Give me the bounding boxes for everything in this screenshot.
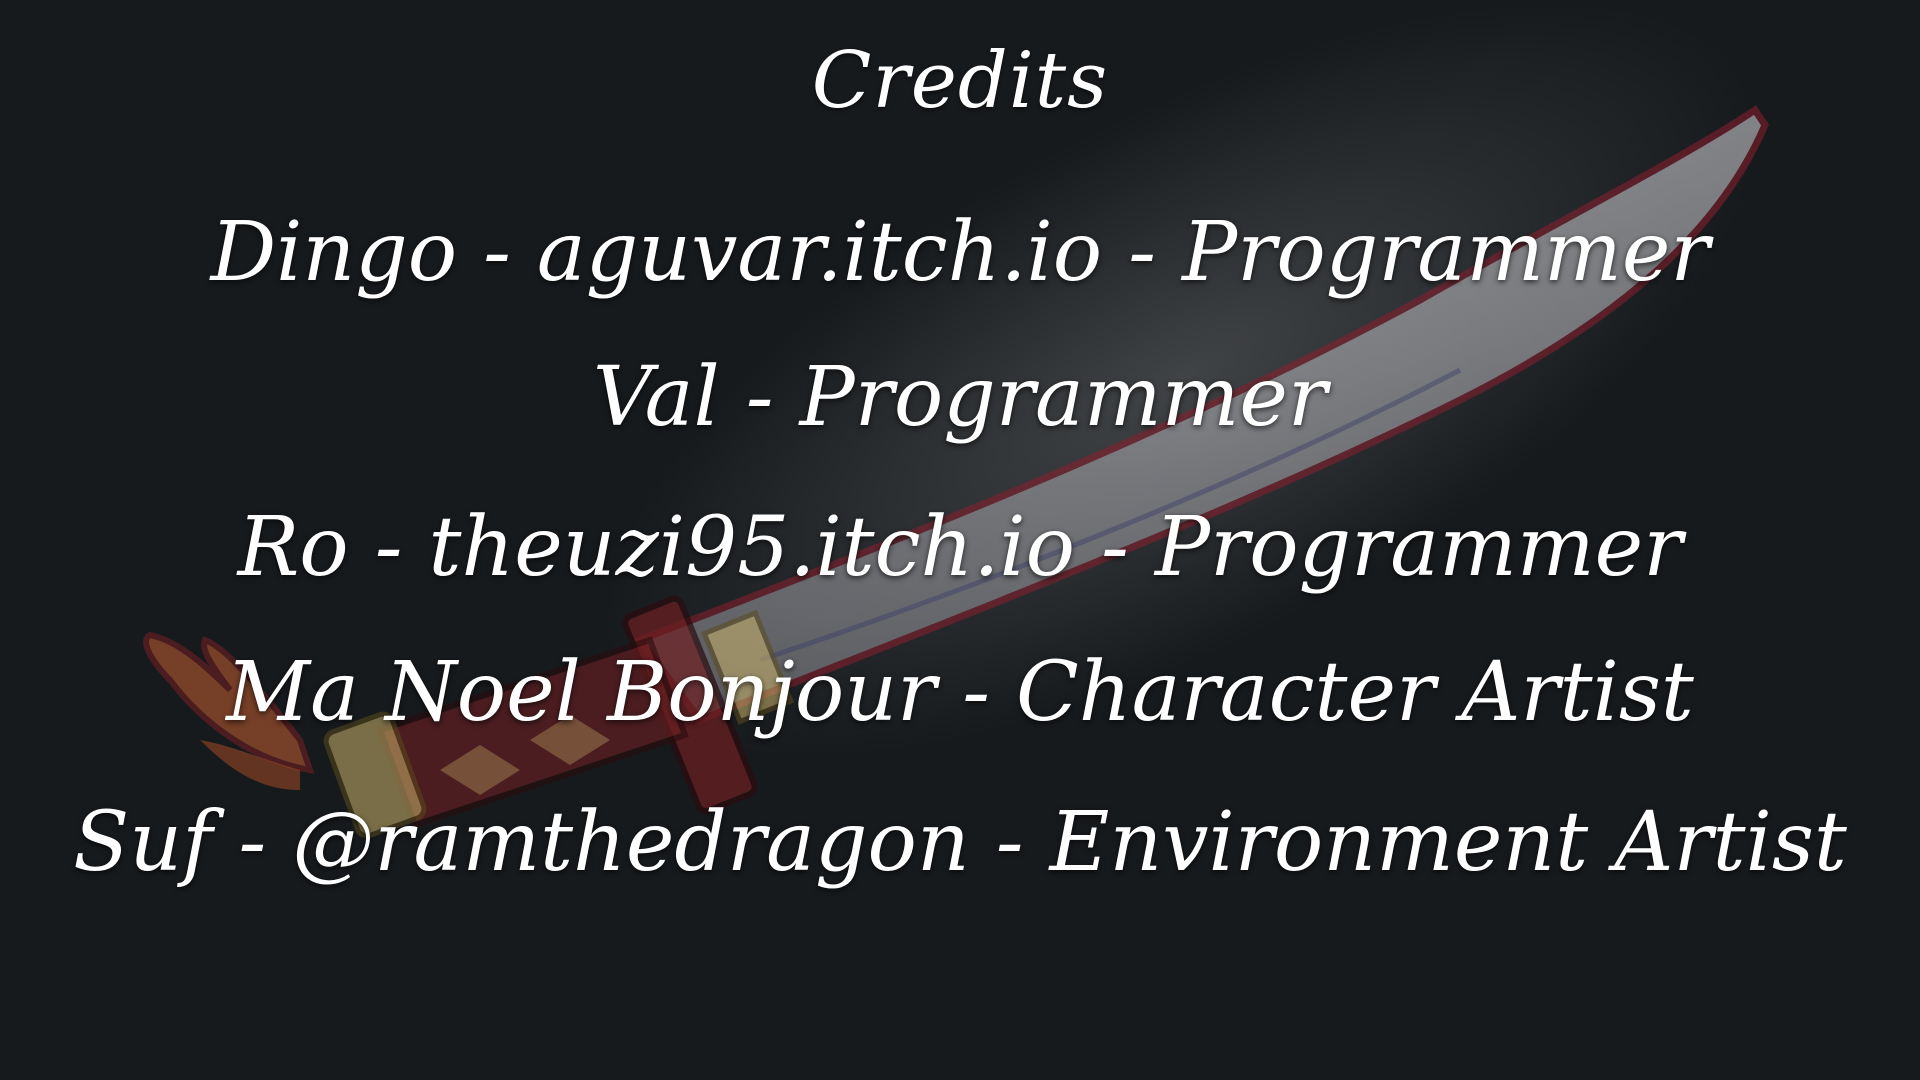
- credit-line-dingo: Dingo - aguvar.itch.io - Programmer: [210, 205, 1710, 300]
- credits-screen: Credits Dingo - aguvar.itch.io - Program…: [0, 0, 1920, 1080]
- credits-title: Credits: [811, 36, 1109, 126]
- credit-line-ro: Ro - theuzi95.itch.io - Programmer: [237, 500, 1683, 595]
- credit-line-ma-noel-bonjour: Ma Noel Bonjour - Character Artist: [226, 645, 1694, 740]
- credits-list: Credits Dingo - aguvar.itch.io - Program…: [0, 0, 1920, 1080]
- credit-line-suf: Suf - @ramthedragon - Environment Artist: [73, 795, 1847, 890]
- credit-line-val: Val - Programmer: [592, 350, 1328, 445]
